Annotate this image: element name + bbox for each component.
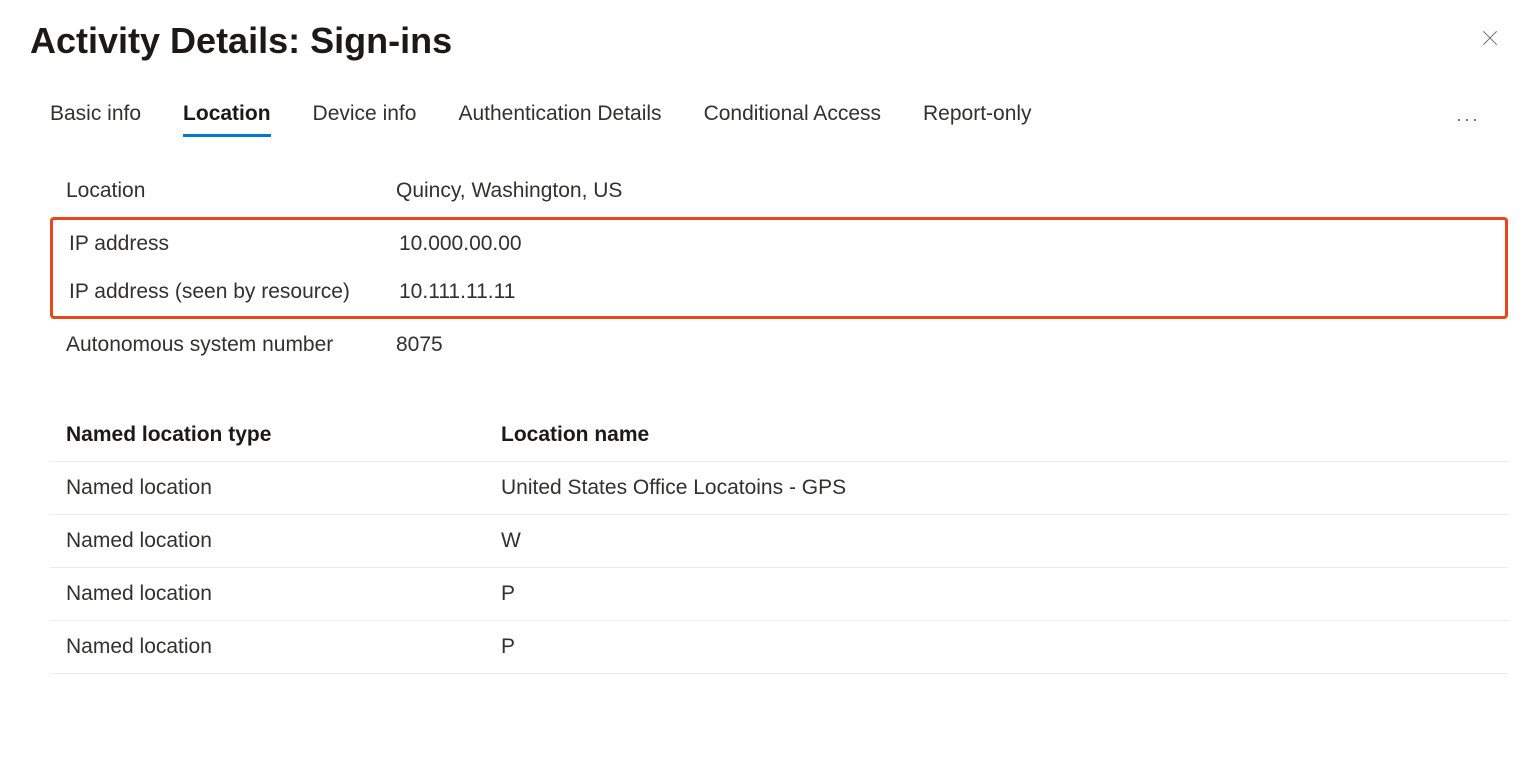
info-value-location: Quincy, Washington, US (396, 179, 622, 203)
tab-authentication-details[interactable]: Authentication Details (458, 102, 661, 137)
cell-name: United States Office Locatoins - GPS (485, 462, 1508, 515)
info-value-ip-seen: 10.111.11.11 (399, 280, 515, 304)
table-row: Named location United States Office Loca… (50, 462, 1508, 515)
info-value-ip: 10.000.00.00 (399, 232, 522, 256)
highlighted-ip-block: IP address 10.000.00.00 IP address (seen… (50, 217, 1508, 319)
info-label-location: Location (66, 179, 396, 203)
cell-type: Named location (50, 568, 485, 621)
location-info-block: Location Quincy, Washington, US IP addre… (50, 167, 1508, 369)
cell-type: Named location (50, 515, 485, 568)
table-row: Named location P (50, 568, 1508, 621)
info-row-asn: Autonomous system number 8075 (50, 321, 1508, 369)
info-row-location: Location Quincy, Washington, US (50, 167, 1508, 215)
table-header-name: Location name (485, 409, 1508, 462)
cell-name: W (485, 515, 1508, 568)
cell-type: Named location (50, 621, 485, 674)
table-row: Named location P (50, 621, 1508, 674)
tab-device-info[interactable]: Device info (313, 102, 417, 137)
info-row-ip: IP address 10.000.00.00 (53, 220, 1505, 268)
page-title: Activity Details: Sign-ins (30, 20, 452, 62)
info-row-ip-seen: IP address (seen by resource) 10.111.11.… (53, 268, 1505, 316)
info-label-ip: IP address (69, 232, 399, 256)
table-row: Named location W (50, 515, 1508, 568)
info-value-asn: 8075 (396, 333, 443, 357)
close-button[interactable] (1472, 20, 1508, 59)
named-locations-table: Named location type Location name Named … (50, 409, 1508, 674)
tab-conditional-access[interactable]: Conditional Access (704, 102, 881, 137)
info-label-ip-seen: IP address (seen by resource) (69, 280, 399, 304)
cell-name: P (485, 621, 1508, 674)
tab-location[interactable]: Location (183, 102, 271, 137)
close-icon (1480, 28, 1500, 51)
tabs: Basic info Location Device info Authenti… (50, 102, 1032, 137)
ellipsis-icon: ··· (1456, 109, 1480, 129)
cell-type: Named location (50, 462, 485, 515)
cell-name: P (485, 568, 1508, 621)
more-button[interactable]: ··· (1448, 105, 1488, 134)
tab-report-only[interactable]: Report-only (923, 102, 1032, 137)
table-header-type: Named location type (50, 409, 485, 462)
tab-basic-info[interactable]: Basic info (50, 102, 141, 137)
info-label-asn: Autonomous system number (66, 333, 396, 357)
